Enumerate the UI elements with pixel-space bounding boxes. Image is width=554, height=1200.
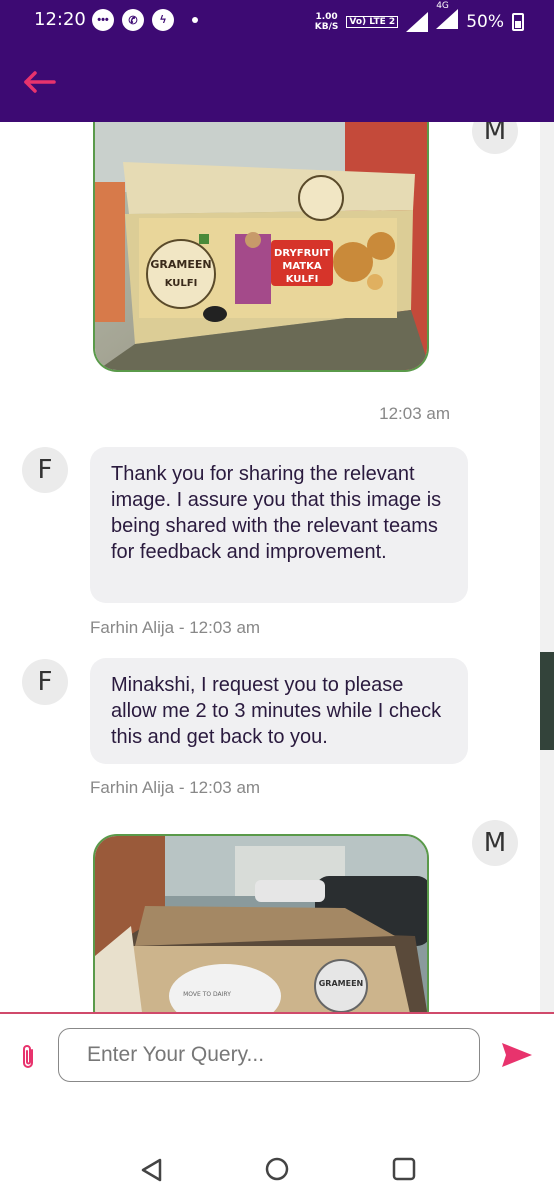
status-time: 12:20 [34,9,86,30]
circle-home-icon [265,1157,289,1181]
composer [0,1012,554,1122]
volte-badge: Vo) LTE 2 [346,15,399,28]
network-speed-unit: KB/S [314,21,339,32]
message-meta: Farhin Alija - 12:03 am [90,618,261,637]
message-icon: ••• [92,9,114,31]
network-speed: 1.00 KB/S [315,12,339,32]
triangle-back-icon [141,1158,162,1182]
box-product-line1: DRYFRUIT [274,248,330,259]
package-brand-text: GRAMEEN [319,979,364,988]
nav-recents-button[interactable] [392,1157,416,1186]
chat-thread[interactable]: M GRAMEEN KULFI DRYFRUIT MATKA KULFI 12:… [0,122,554,1012]
system-status: 1.00 KB/S Vo) LTE 2 4G 50% [315,1,524,34]
signal-4g-icon: 4G [436,1,459,34]
message-time: 12:03 am [379,404,450,423]
avatar-user: M [472,122,518,154]
image-message[interactable]: GRAMEEN KULFI DRYFRUIT MATKA KULFI [93,122,429,372]
app-bar [0,42,554,122]
network-type: 4G [436,1,449,11]
signal-icon [406,11,429,32]
box-brand-sub-text: KULFI [165,278,198,289]
kulfi-box-photo: GRAMEEN KULFI DRYFRUIT MATKA KULFI [95,122,427,370]
attach-button[interactable] [16,1042,40,1072]
send-icon [502,1043,532,1067]
paperclip-icon [23,1045,33,1068]
notification-icons: ••• ✆ ϟ [92,9,198,31]
network-speed-value: 1.00 [315,11,338,22]
more-notifications-icon [192,17,198,23]
avatar-user: M [472,820,518,866]
image-message[interactable]: GRAMEEN MOVE TO DAIRY [93,834,429,1012]
query-input[interactable] [58,1028,480,1082]
scrollbar-track[interactable] [540,122,554,1012]
whatsapp-icon: ✆ [122,9,144,31]
send-button[interactable] [500,1040,534,1070]
back-button[interactable] [22,64,62,100]
square-recents-icon [392,1157,416,1181]
scrollbar-thumb[interactable] [540,652,554,750]
nav-back-button[interactable] [140,1158,164,1187]
avatar-agent: F [22,447,68,493]
text-message: Thank you for sharing the relevant image… [90,447,468,603]
system-nav-bar [0,1122,554,1200]
box-product-line3: KULFI [286,274,319,285]
box-brand-text: GRAMEEN [150,258,211,271]
arrow-left-icon [24,71,56,93]
battery-percent: 50% [466,11,504,32]
bolt-icon: ϟ [152,9,174,31]
kulfi-package-photo: GRAMEEN MOVE TO DAIRY [95,836,427,1012]
text-message: Minakshi, I request you to please allow … [90,658,468,764]
message-meta: Farhin Alija - 12:03 am [90,778,261,797]
battery-icon [512,12,524,31]
nav-home-button[interactable] [264,1156,290,1187]
avatar-agent: F [22,659,68,705]
package-tag-text: MOVE TO DAIRY [183,991,231,998]
box-product-line2: MATKA [282,261,321,272]
status-bar: 12:20 ••• ✆ ϟ 1.00 KB/S Vo) LTE 2 4G 50% [0,0,554,42]
